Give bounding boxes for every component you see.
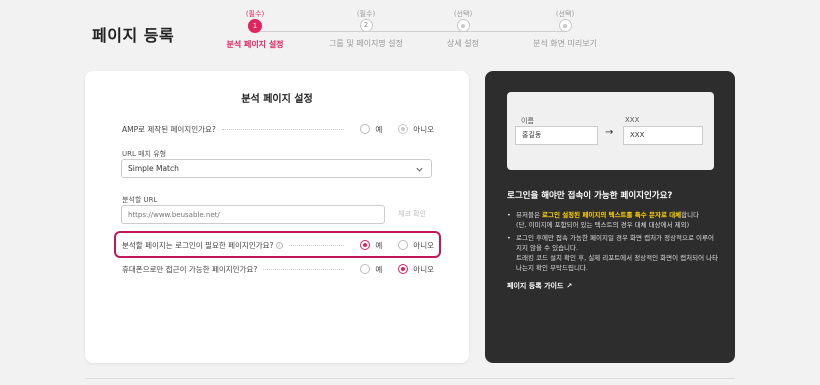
external-link-icon: ↗ bbox=[566, 282, 573, 290]
dotted-leader bbox=[263, 268, 345, 270]
login-yes-option[interactable]: 예 bbox=[360, 240, 382, 251]
step-1-number: 1 bbox=[248, 19, 262, 33]
url-match-value: Simple Match bbox=[128, 164, 179, 173]
amp-yes-radio[interactable] bbox=[360, 124, 371, 134]
step-2-number: 2 bbox=[359, 19, 373, 32]
info-icon[interactable]: i bbox=[275, 242, 283, 249]
url-match-select[interactable]: Simple Match bbox=[121, 159, 432, 178]
bullet-2-text-a: 로그인 후에만 접속 가능한 페이지일 경우 화면 캡처가 정상적으로 이루어지… bbox=[516, 234, 714, 252]
step-2[interactable]: (필수) 2 그룹 및 페이지명 설정 bbox=[311, 10, 421, 49]
example-name-label: 이름 bbox=[521, 117, 534, 125]
login-yes-radio[interactable] bbox=[360, 240, 371, 250]
url-input[interactable] bbox=[121, 205, 385, 224]
step-4-tag: (선택) bbox=[555, 10, 575, 18]
arrow-right-icon: → bbox=[605, 127, 614, 138]
step-3-dot bbox=[456, 19, 470, 32]
stepper: (필수) 1 분석 페이지 설정 (필수) 2 그룹 및 페이지명 설정 (선택… bbox=[215, 10, 597, 60]
step-4-dot bbox=[558, 19, 572, 32]
step-2-tag: (필수) bbox=[356, 10, 376, 18]
example-masked-label: XXX bbox=[625, 116, 640, 124]
help-bullet-2: 로그인 후에만 접속 가능한 페이지일 경우 화면 캡처가 정상적으로 이루어지… bbox=[507, 233, 719, 273]
help-bullets: 뷰저블은 로그인 설정된 페이지의 텍스트를 특수 문자로 대체합니다 (단, … bbox=[507, 210, 719, 276]
amp-yes-option[interactable]: 예 bbox=[360, 124, 382, 135]
step-1-tag: (필수) bbox=[245, 10, 265, 18]
bullet-1-note: (단, 이미지에 포함되어 있는 텍스트의 경우 대체 대상에서 제외) bbox=[516, 221, 690, 229]
mobile-yes-label: 예 bbox=[375, 264, 383, 274]
url-label: 분석할 URL bbox=[122, 196, 158, 204]
step-3[interactable]: (선택) 상세 설정 bbox=[408, 10, 518, 49]
help-bullet-1: 뷰저블은 로그인 설정된 페이지의 텍스트를 특수 문자로 대체합니다 (단, … bbox=[507, 210, 719, 230]
mobile-question-row: 휴대폰으로만 접근이 가능한 페이지인가요? 예 아니오 bbox=[122, 262, 434, 276]
login-no-radio[interactable] bbox=[398, 240, 409, 250]
mobile-no-option[interactable]: 아니오 bbox=[398, 264, 434, 275]
dotted-leader bbox=[288, 244, 345, 246]
login-question-row: 분석할 페이지는 로그인이 필요한 페이지인가요? i 예 아니오 bbox=[122, 238, 434, 252]
login-yes-label: 예 bbox=[375, 240, 383, 250]
step-3-label: 상세 설정 bbox=[447, 39, 479, 48]
url-match-label: URL 매치 유형 bbox=[122, 150, 167, 158]
step-4[interactable]: (선택) 분석 화면 미리보기 bbox=[510, 10, 620, 49]
step-1[interactable]: (필수) 1 분석 페이지 설정 bbox=[200, 10, 310, 50]
registration-guide-link[interactable]: 페이지 등록 가이드 ↗ bbox=[507, 281, 572, 291]
amp-no-radio[interactable] bbox=[398, 124, 409, 134]
bottom-divider bbox=[85, 378, 735, 379]
mobile-yes-option[interactable]: 예 bbox=[360, 264, 382, 275]
amp-no-option[interactable]: 아니오 bbox=[398, 124, 434, 135]
step-4-label: 분석 화면 미리보기 bbox=[533, 39, 597, 48]
login-no-label: 아니오 bbox=[413, 240, 434, 250]
dotted-leader bbox=[221, 128, 345, 130]
step-2-label: 그룹 및 페이지명 설정 bbox=[329, 39, 403, 48]
bullet-1-highlight: 로그인 설정된 페이지의 텍스트를 특수 문자로 대체 bbox=[542, 211, 682, 219]
bullet-2-text-b: 트래킹 코드 설치 확인 후, 실제 리포트에서 정상적인 화면이 캡처되어 나… bbox=[516, 254, 719, 272]
chevron-down-icon bbox=[415, 163, 424, 180]
example-masked-box: XXX bbox=[623, 126, 703, 145]
step-1-label: 분석 페이지 설정 bbox=[226, 40, 284, 49]
guide-label: 페이지 등록 가이드 bbox=[507, 282, 564, 290]
login-no-option[interactable]: 아니오 bbox=[398, 240, 434, 251]
amp-question-row: AMP로 제작된 페이지인가요? 예 아니오 bbox=[122, 122, 434, 136]
login-question-label: 분석할 페이지는 로그인이 필요한 페이지인가요? bbox=[122, 240, 274, 250]
amp-no-label: 아니오 bbox=[413, 124, 434, 134]
amp-yes-label: 예 bbox=[375, 124, 383, 134]
mobile-no-label: 아니오 bbox=[413, 264, 434, 274]
amp-question-text: AMP로 제작된 페이지인가요? bbox=[122, 124, 216, 134]
bullet-1-text-b: 합니다 bbox=[681, 211, 700, 219]
help-heading: 로그인을 해야만 접속이 가능한 페이지인가요? bbox=[507, 191, 673, 201]
example-name-box: 홍길동 bbox=[515, 126, 598, 145]
card-title: 분석 페이지 설정 bbox=[241, 94, 313, 105]
step-3-tag: (선택) bbox=[453, 10, 473, 18]
mobile-yes-radio[interactable] bbox=[360, 264, 371, 274]
check-url-button[interactable]: 체크 확인 bbox=[390, 205, 434, 224]
bullet-1-text-a: 뷰저블은 bbox=[516, 211, 542, 219]
mobile-question-text: 휴대폰으로만 접근이 가능한 페이지인가요? bbox=[122, 264, 258, 274]
page-title: 페이지 등록 bbox=[92, 26, 175, 45]
mobile-no-radio[interactable] bbox=[398, 264, 409, 274]
login-question-text: 분석할 페이지는 로그인이 필요한 페이지인가요? i bbox=[122, 240, 283, 251]
